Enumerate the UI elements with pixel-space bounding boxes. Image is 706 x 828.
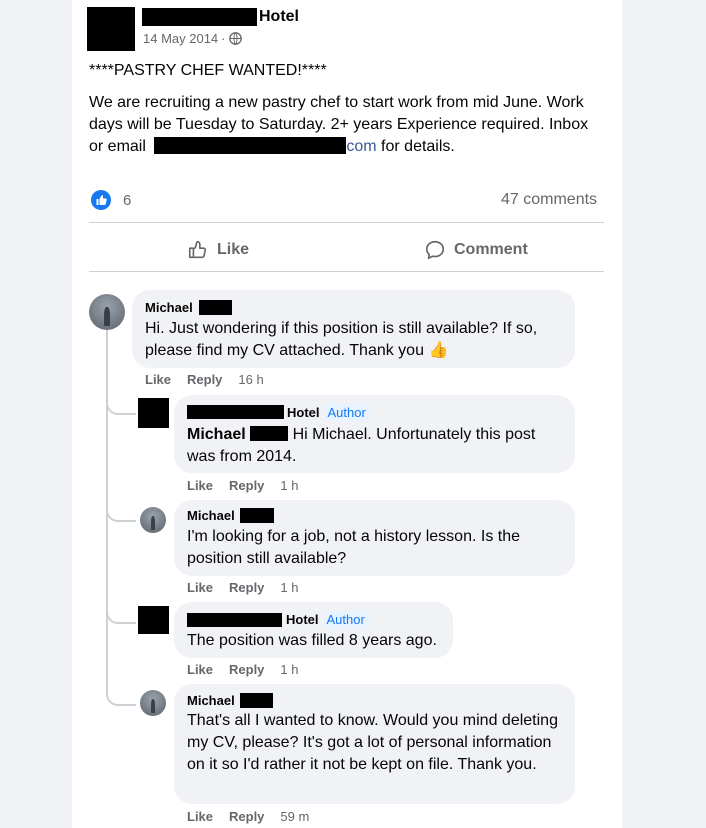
comment-text: Michael Hi Michael. Unfortunately this p… [187,424,567,468]
avatar[interactable] [89,294,125,330]
like-reaction-icon [91,190,111,210]
email-redacted[interactable] [154,137,347,154]
thread-branch [106,600,136,624]
comment-author-name[interactable]: Michael [145,300,193,315]
post-body-line-2: days will be Tuesday to Saturday. 2+ yea… [89,116,589,133]
page-name-suffix[interactable]: Hotel [259,8,299,26]
comment-text-content: Hi. Just wondering if this position is s… [145,320,538,359]
like-count: 6 [123,191,132,209]
comment-timestamp[interactable]: 1 h [280,478,298,493]
actions-divider [89,271,604,272]
like-button-label: Like [217,241,250,258]
reaction-summary[interactable]: 6 [91,190,131,210]
reply-author-name[interactable]: Hotel [286,612,319,627]
thread-branch [106,395,136,415]
thread-branch [106,680,136,706]
author-badge: Author [323,404,370,421]
comment-timestamp[interactable]: 16 h [238,372,263,387]
comment-meta: Like Reply 1 h [187,478,299,493]
comment-text: I'm looking for a job, not a history les… [187,528,520,567]
post-body-line-1: We are recruiting a new pastry chef to s… [89,94,584,111]
email-link-suffix[interactable]: com [346,138,376,155]
comment-meta: Like Reply 16 h [145,372,264,387]
comment-count-link[interactable]: 47 comments [501,191,597,209]
post-headline: ****PASTRY CHEF WANTED!**** [89,62,327,79]
comment-timestamp[interactable]: 1 h [280,580,298,595]
page-name-redacted [187,613,282,627]
comment-reply-link[interactable]: Reply [229,478,264,493]
reply-author-suffix[interactable]: Hotel Author [286,611,369,628]
comment-reply-link[interactable]: Reply [229,662,264,677]
comment-reply-link[interactable]: Reply [187,372,222,387]
comment-meta: Like Reply 1 h [187,662,299,677]
author-badge: Author [322,611,369,628]
post-date-text[interactable]: 14 May 2014 [143,31,218,46]
comment-button[interactable]: Comment [424,239,528,261]
reply-author-suffix[interactable]: Hotel Author [287,404,370,421]
comment-timestamp[interactable]: 1 h [280,662,298,677]
page-name-redacted[interactable] [142,8,257,26]
stats-divider [89,222,604,223]
mention-redacted [250,426,289,441]
comment-text: Hi. Just wondering if this position is s… [145,318,560,362]
thread-branch [106,500,136,522]
surname-redacted [199,300,232,315]
comment-like-link[interactable]: Like [187,580,213,595]
post-timestamp[interactable]: 14 May 2014 · [143,31,242,46]
comment-like-link[interactable]: Like [187,478,213,493]
speech-bubble-icon [425,240,445,260]
email-suffix-text: for details. [381,138,455,155]
comment-text: That's all I wanted to know. Would you m… [187,712,558,773]
globe-icon [228,32,242,45]
date-separator: · [221,31,226,46]
page-avatar-redacted[interactable] [138,606,169,634]
email-prefix-text: or email [89,138,146,155]
comment-like-link[interactable]: Like [145,372,171,387]
avatar[interactable] [140,690,166,716]
page-avatar-redacted[interactable] [87,7,135,51]
surname-redacted [240,693,273,708]
like-button[interactable]: Like [187,239,249,261]
comment-meta: Like Reply 59 m [187,809,309,824]
comment-text: The position was filled 8 years ago. [187,632,437,649]
comment-button-label: Comment [454,241,528,258]
mention-tag[interactable]: Michael [187,426,246,443]
thumbs-up-emoji: 👍 [428,342,449,359]
comment-meta: Like Reply 1 h [187,580,299,595]
comment-timestamp[interactable]: 59 m [280,809,309,824]
surname-redacted [240,508,274,523]
comment-reply-link[interactable]: Reply [229,580,264,595]
thumbs-up-icon [188,240,207,259]
comment-author-name[interactable]: Michael [187,693,235,708]
comment-author-name[interactable]: Michael [187,508,235,523]
post-body-line-3: or email com for details. [89,136,455,158]
comment-like-link[interactable]: Like [187,662,213,677]
comment-reply-link[interactable]: Reply [229,809,264,824]
page-name-redacted [187,405,284,419]
page-avatar-redacted[interactable] [138,398,169,428]
reply-author-name[interactable]: Hotel [287,405,320,420]
avatar[interactable] [140,507,166,533]
comment-like-link[interactable]: Like [187,809,213,824]
